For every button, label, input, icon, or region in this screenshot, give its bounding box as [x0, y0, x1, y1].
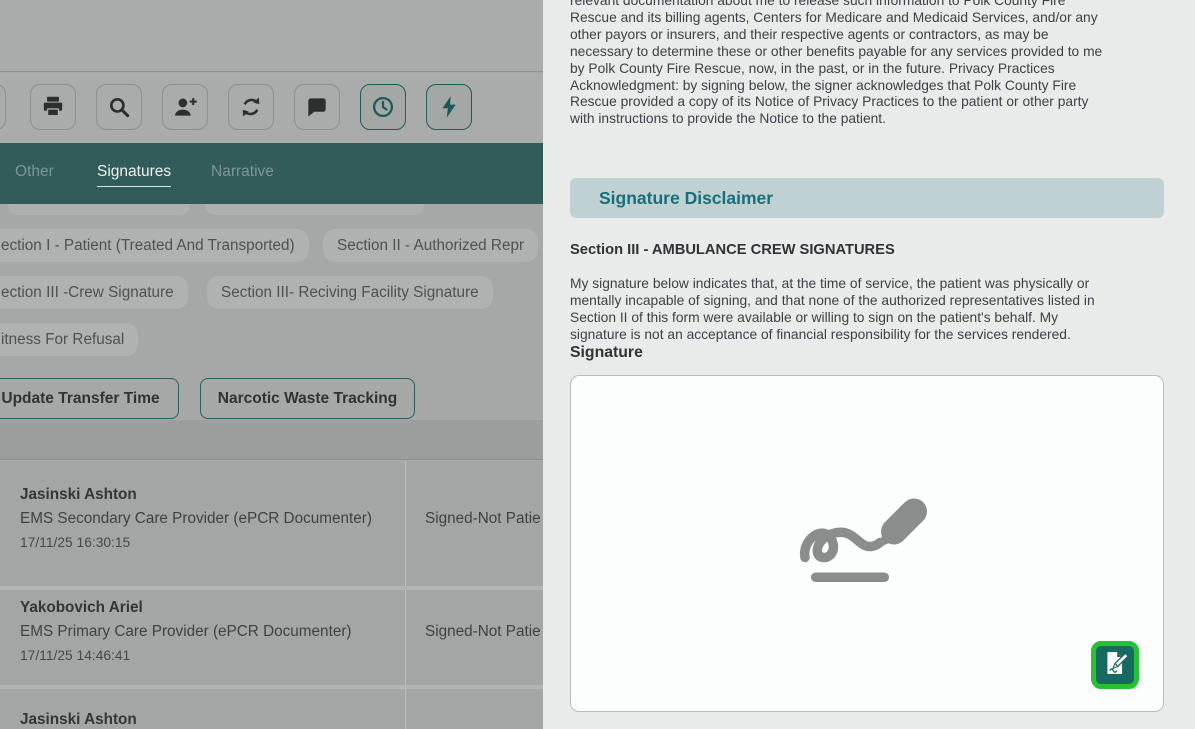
chip-section3-receiving[interactable]: Section III- Reciving Facility Signature [207, 276, 493, 309]
signer-name: Jasinski Ashton [20, 486, 137, 504]
crew-line: signature is not an acceptance of financ… [570, 326, 1095, 343]
legal-line: relevant documentation about me to relea… [570, 0, 1180, 10]
legal-line: with instructions to provide the Notice … [570, 111, 1180, 128]
signature-placeholder-icon [797, 491, 937, 592]
update-transfer-time-button[interactable]: Update Transfer Time [0, 378, 179, 419]
search-button[interactable] [96, 84, 142, 130]
screen: Other Signatures Narrative ection I - Pa… [0, 0, 1195, 729]
refresh-button[interactable] [228, 84, 274, 130]
legal-line: Rescue provided a copy of its Notice of … [570, 94, 1180, 111]
legal-line: Acknowledgment: by signing below, the si… [570, 78, 1180, 95]
signature-field-label: Signature [570, 344, 643, 362]
crew-line: My signature below indicates that, at th… [570, 275, 1095, 292]
signer-name: Yakobovich Ariel [20, 599, 143, 617]
signature-status: Signed-Not Patie [425, 623, 541, 641]
chip-witness-refusal[interactable]: itness For Refusal [0, 323, 138, 356]
chat-button[interactable] [294, 84, 340, 130]
crew-line: mentally incapable of signing, and that … [570, 292, 1095, 309]
legal-line: Rescue and its billing agents, Centers f… [570, 10, 1180, 27]
chip-section3-crew[interactable]: ection III -Crew Signature [0, 276, 188, 309]
signature-disclaimer-title: Signature Disclaimer [570, 178, 1164, 218]
sign-document-button[interactable] [1091, 641, 1139, 689]
legal-disclaimer-text: relevant documentation about me to relea… [570, 0, 1180, 128]
signer-datetime: 17/11/25 16:30:15 [20, 535, 130, 550]
signer-role: EMS Primary Care Provider (ePCR Document… [20, 623, 352, 641]
signature-status: Signed-Not Patie [425, 510, 541, 528]
chat-icon [304, 94, 330, 120]
tab-narrative[interactable]: Narrative [211, 163, 274, 181]
clock-icon [370, 94, 396, 120]
crew-line: Section II of this form were available o… [570, 309, 1095, 326]
add-person-button[interactable] [162, 84, 208, 130]
legal-line: necessary to determine these or other be… [570, 44, 1180, 61]
quick-actions-button[interactable] [426, 84, 472, 130]
legal-line: by Polk County Fire Rescue, now, in the … [570, 61, 1180, 78]
search-icon [106, 94, 132, 120]
chip-partial-2[interactable] [205, 204, 424, 215]
print-icon [40, 94, 66, 120]
sign-document-icon [1102, 650, 1128, 681]
section3-heading: Section III - AMBULANCE CREW SIGNATURES [570, 242, 895, 258]
person-add-icon [172, 94, 198, 120]
toolbar-button-partial[interactable] [0, 84, 6, 130]
tab-other[interactable]: Other [15, 163, 54, 181]
signer-name: Jasinski Ashton [20, 711, 137, 729]
signature-capture-area[interactable] [570, 375, 1164, 712]
signature-disclaimer-header: Signature Disclaimer [570, 178, 1164, 218]
signer-role: EMS Secondary Care Provider (ePCR Docume… [20, 510, 372, 528]
crew-signature-text: My signature below indicates that, at th… [570, 275, 1095, 343]
refresh-icon [238, 94, 264, 120]
signature-panel: relevant documentation about me to relea… [543, 0, 1195, 729]
print-button[interactable] [30, 84, 76, 130]
history-button[interactable] [360, 84, 406, 130]
chip-section2-authorized[interactable]: Section II - Authorized Repr [323, 229, 538, 262]
signer-datetime: 17/11/25 14:46:41 [20, 648, 130, 663]
narcotic-waste-tracking-button[interactable]: Narcotic Waste Tracking [200, 378, 415, 419]
chip-section1-patient[interactable]: ection I - Patient (Treated And Transpor… [0, 229, 309, 262]
chip-partial-1[interactable] [8, 204, 190, 215]
lightning-icon [436, 94, 462, 120]
tab-signatures[interactable]: Signatures [97, 163, 171, 187]
legal-line: other payors or insurers, and their resp… [570, 27, 1180, 44]
